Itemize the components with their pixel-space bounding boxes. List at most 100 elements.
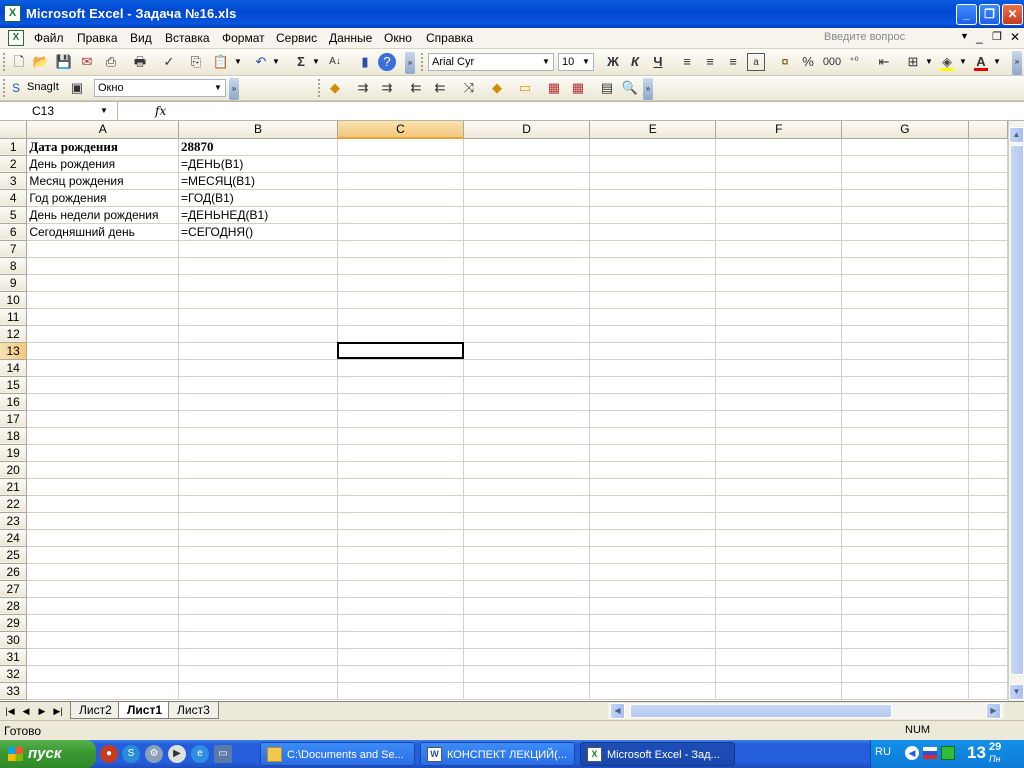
print-preview-icon[interactable]: 🖶 bbox=[131, 53, 149, 71]
cell[interactable] bbox=[589, 257, 717, 275]
undo-dropdown-icon[interactable]: ▼ bbox=[272, 57, 280, 66]
cell[interactable] bbox=[589, 172, 717, 190]
horizontal-scroll-thumb[interactable] bbox=[630, 704, 892, 718]
cell[interactable] bbox=[337, 631, 465, 649]
save-icon[interactable]: 💾 bbox=[55, 53, 73, 71]
cell[interactable] bbox=[26, 563, 180, 581]
cell[interactable] bbox=[463, 682, 591, 700]
column-header[interactable]: C bbox=[337, 121, 465, 139]
cell[interactable] bbox=[841, 427, 969, 445]
cell[interactable] bbox=[463, 478, 591, 496]
trace-dependents-icon[interactable]: ⇇ bbox=[407, 79, 425, 97]
taskbar-item-excel[interactable]: X Microsoft Excel - Зад... bbox=[580, 742, 735, 766]
cell[interactable] bbox=[968, 325, 1008, 343]
cell[interactable] bbox=[968, 138, 1008, 156]
cell[interactable] bbox=[337, 427, 465, 445]
cell[interactable] bbox=[968, 308, 1008, 326]
currency-icon[interactable]: ¤ bbox=[776, 53, 794, 71]
row-header[interactable]: 4 bbox=[0, 189, 28, 207]
cell[interactable] bbox=[178, 495, 338, 513]
toolbar-options-icon[interactable]: » bbox=[405, 52, 415, 74]
cell[interactable] bbox=[589, 240, 717, 258]
cell[interactable] bbox=[589, 138, 717, 156]
row-header[interactable]: 14 bbox=[0, 359, 28, 377]
cell[interactable] bbox=[463, 393, 591, 411]
cell[interactable] bbox=[968, 393, 1008, 411]
cell[interactable] bbox=[178, 427, 338, 445]
cell[interactable] bbox=[26, 512, 180, 530]
clock-hours[interactable]: 13 bbox=[967, 743, 986, 763]
sort-ascending-icon[interactable]: A↓ bbox=[326, 53, 344, 71]
new-icon[interactable]: 🗋 bbox=[10, 53, 28, 71]
cell[interactable] bbox=[968, 410, 1008, 428]
cell[interactable] bbox=[337, 461, 465, 479]
cell[interactable] bbox=[715, 614, 843, 632]
cell[interactable] bbox=[841, 240, 969, 258]
scroll-right-icon[interactable]: ▶ bbox=[986, 703, 1001, 719]
row-header[interactable]: 2 bbox=[0, 155, 28, 173]
cell[interactable] bbox=[589, 308, 717, 326]
toolbar-options-icon[interactable]: » bbox=[229, 78, 239, 100]
cell[interactable] bbox=[841, 410, 969, 428]
row-header[interactable]: 9 bbox=[0, 274, 28, 292]
cell[interactable] bbox=[841, 682, 969, 700]
align-center-icon[interactable]: ≡ bbox=[701, 53, 719, 71]
row-header[interactable]: 1 bbox=[0, 138, 28, 156]
cell[interactable] bbox=[968, 342, 1008, 360]
cell[interactable] bbox=[463, 274, 591, 292]
borders-icon[interactable]: ⊞ bbox=[904, 53, 922, 71]
cell[interactable] bbox=[841, 291, 969, 309]
cell[interactable]: =СЕГОДНЯ() bbox=[178, 223, 338, 241]
cell[interactable] bbox=[26, 495, 180, 513]
row-header[interactable]: 27 bbox=[0, 580, 28, 598]
row-header[interactable]: 16 bbox=[0, 393, 28, 411]
cell[interactable] bbox=[968, 240, 1008, 258]
cell[interactable] bbox=[841, 172, 969, 190]
font-size-combo[interactable]: 10 ▼ bbox=[558, 53, 594, 71]
cell[interactable] bbox=[715, 580, 843, 598]
cell[interactable] bbox=[26, 461, 180, 479]
cell[interactable] bbox=[841, 359, 969, 377]
quicklaunch-desktop-icon[interactable]: ▭ bbox=[214, 745, 232, 763]
remove-all-arrows-icon[interactable]: ⤨ bbox=[460, 79, 478, 97]
cell[interactable] bbox=[463, 444, 591, 462]
select-all-corner[interactable] bbox=[0, 121, 28, 139]
scroll-down-icon[interactable]: ▼ bbox=[1009, 684, 1024, 700]
font-color-icon[interactable]: A bbox=[972, 53, 990, 71]
align-left-icon[interactable]: ≡ bbox=[678, 53, 696, 71]
prev-sheet-icon[interactable]: ◀ bbox=[20, 704, 32, 718]
doc-close-button[interactable]: ✕ bbox=[1010, 30, 1020, 44]
cell[interactable] bbox=[589, 359, 717, 377]
cell[interactable] bbox=[178, 444, 338, 462]
cell[interactable] bbox=[463, 240, 591, 258]
bold-button[interactable]: Ж bbox=[604, 53, 622, 71]
cell[interactable] bbox=[841, 495, 969, 513]
toolbar-options-icon[interactable]: » bbox=[643, 78, 653, 100]
cell[interactable] bbox=[589, 444, 717, 462]
cell[interactable] bbox=[968, 172, 1008, 190]
cell[interactable] bbox=[968, 206, 1008, 224]
language-indicator[interactable]: RU bbox=[875, 746, 891, 758]
italic-button[interactable]: К bbox=[626, 53, 644, 71]
cell[interactable] bbox=[841, 393, 969, 411]
cell[interactable] bbox=[841, 444, 969, 462]
cell[interactable] bbox=[589, 546, 717, 564]
cell[interactable] bbox=[463, 206, 591, 224]
cell[interactable] bbox=[463, 155, 591, 173]
cell[interactable] bbox=[715, 478, 843, 496]
first-sheet-icon[interactable]: |◀ bbox=[4, 704, 16, 718]
cell[interactable] bbox=[463, 580, 591, 598]
row-header[interactable]: 29 bbox=[0, 614, 28, 632]
menu-insert[interactable]: Вставка bbox=[165, 31, 210, 45]
row-header[interactable]: 18 bbox=[0, 427, 28, 445]
cell[interactable] bbox=[715, 359, 843, 377]
column-header[interactable]: G bbox=[841, 121, 969, 139]
clock-minutes[interactable]: 29 bbox=[989, 741, 1001, 753]
cell[interactable] bbox=[968, 563, 1008, 581]
worksheet-grid[interactable]: A B C D E F G 1 Дата рождения 28870 2 День р… bbox=[0, 121, 1008, 701]
cell[interactable] bbox=[589, 682, 717, 700]
cell[interactable] bbox=[715, 206, 843, 224]
cell[interactable] bbox=[841, 325, 969, 343]
cell[interactable] bbox=[26, 308, 180, 326]
cell[interactable] bbox=[715, 563, 843, 581]
